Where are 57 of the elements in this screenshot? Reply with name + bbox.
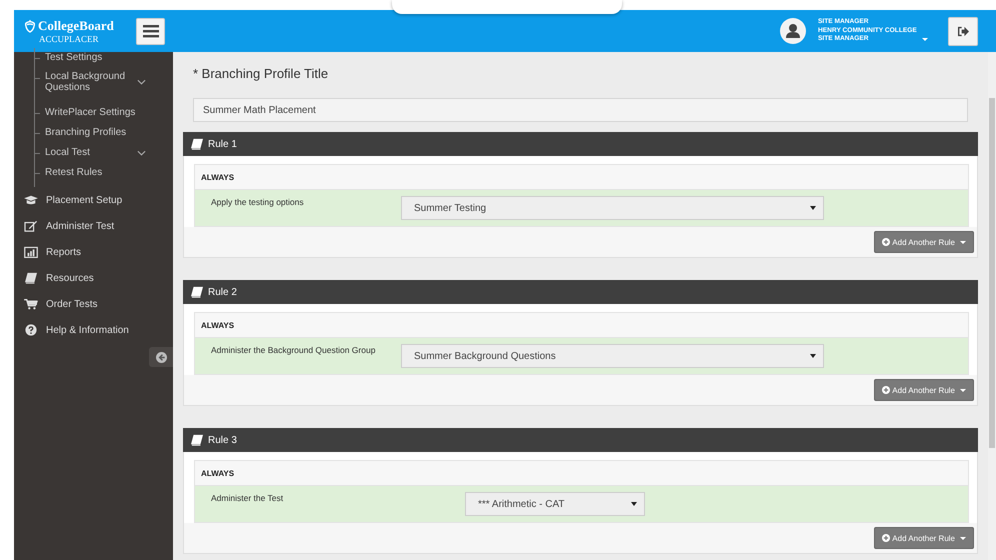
help-icon: [24, 324, 38, 336]
cart-icon: [24, 298, 38, 310]
rule-title: Rule 3: [208, 434, 237, 446]
profile-title-label: * Branching Profile Title: [193, 66, 330, 83]
book-icon: [190, 434, 204, 446]
sidebar-item[interactable]: Help & Information: [14, 317, 173, 343]
menu-icon: [142, 24, 158, 38]
add-rule-button[interactable]: Add Another Rule: [874, 379, 974, 401]
sidebar-item[interactable]: Administer Test: [14, 213, 173, 239]
select-field[interactable]: *** Arithmetic - CAT: [465, 492, 645, 516]
sidebar-item[interactable]: Order Tests: [14, 291, 173, 317]
add-rule-button[interactable]: Add Another Rule: [874, 527, 974, 549]
condition-label: ALWAYS: [201, 320, 234, 330]
add-rule-button[interactable]: Add Another Rule: [874, 231, 974, 253]
caret-icon: [810, 206, 816, 210]
action-label: Apply the testing options: [211, 196, 305, 208]
acorn-logo-icon: [24, 19, 36, 33]
product-name: ACCUPLACER: [38, 34, 100, 44]
user-avatar-icon[interactable]: [780, 18, 806, 44]
plus-circle-icon: [882, 534, 890, 542]
sidebar-subitem[interactable]: Test Settings: [35, 48, 173, 68]
select-field[interactable]: Summer Testing: [401, 196, 824, 220]
profile-title-field[interactable]: Summer Math Placement: [193, 98, 968, 122]
book-icon: [24, 272, 38, 284]
sidebar-subitem[interactable]: Local Background Questions: [35, 68, 173, 103]
edit-icon: [24, 220, 38, 232]
sidebar-subitem[interactable]: Branching Profiles: [35, 123, 173, 143]
graduation-cap-icon: [24, 194, 38, 206]
book-icon: [190, 286, 204, 298]
scrollbar[interactable]: [988, 52, 996, 560]
sidebar-item[interactable]: Reports: [14, 239, 173, 265]
caret-icon: [922, 38, 928, 41]
sidebar-subitem[interactable]: WritePlacer Settings: [35, 103, 173, 123]
action-label: Administer the Background Question Group: [211, 344, 376, 356]
drag-handle[interactable]: [392, 0, 622, 14]
select-field[interactable]: Summer Background Questions: [401, 344, 824, 368]
logout-icon: [956, 26, 970, 36]
sidebar-item[interactable]: Placement Setup: [14, 187, 173, 213]
condition-label: ALWAYS: [201, 468, 234, 478]
rule-title: Rule 2: [208, 286, 237, 298]
sidebar-subitem[interactable]: Retest Rules: [35, 163, 173, 183]
rule-title: Rule 1: [208, 138, 237, 150]
sidebar-item[interactable]: Resources: [14, 265, 173, 291]
sidebar-subitem[interactable]: Local Test: [35, 143, 173, 163]
book-icon: [190, 138, 204, 150]
brand-name: CollegeBoard: [38, 18, 114, 34]
menu-button[interactable]: [136, 18, 165, 44]
caret-icon: [810, 354, 816, 358]
plus-circle-icon: [882, 386, 890, 394]
logout-button[interactable]: [948, 16, 978, 46]
plus-circle-icon: [882, 238, 890, 246]
action-label: Administer the Test: [211, 492, 284, 504]
collapse-sidebar-button[interactable]: [149, 347, 173, 367]
caret-icon: [631, 502, 637, 506]
condition-label: ALWAYS: [201, 172, 234, 182]
arrow-left-icon: [156, 352, 166, 362]
bar-chart-icon: [24, 246, 38, 258]
